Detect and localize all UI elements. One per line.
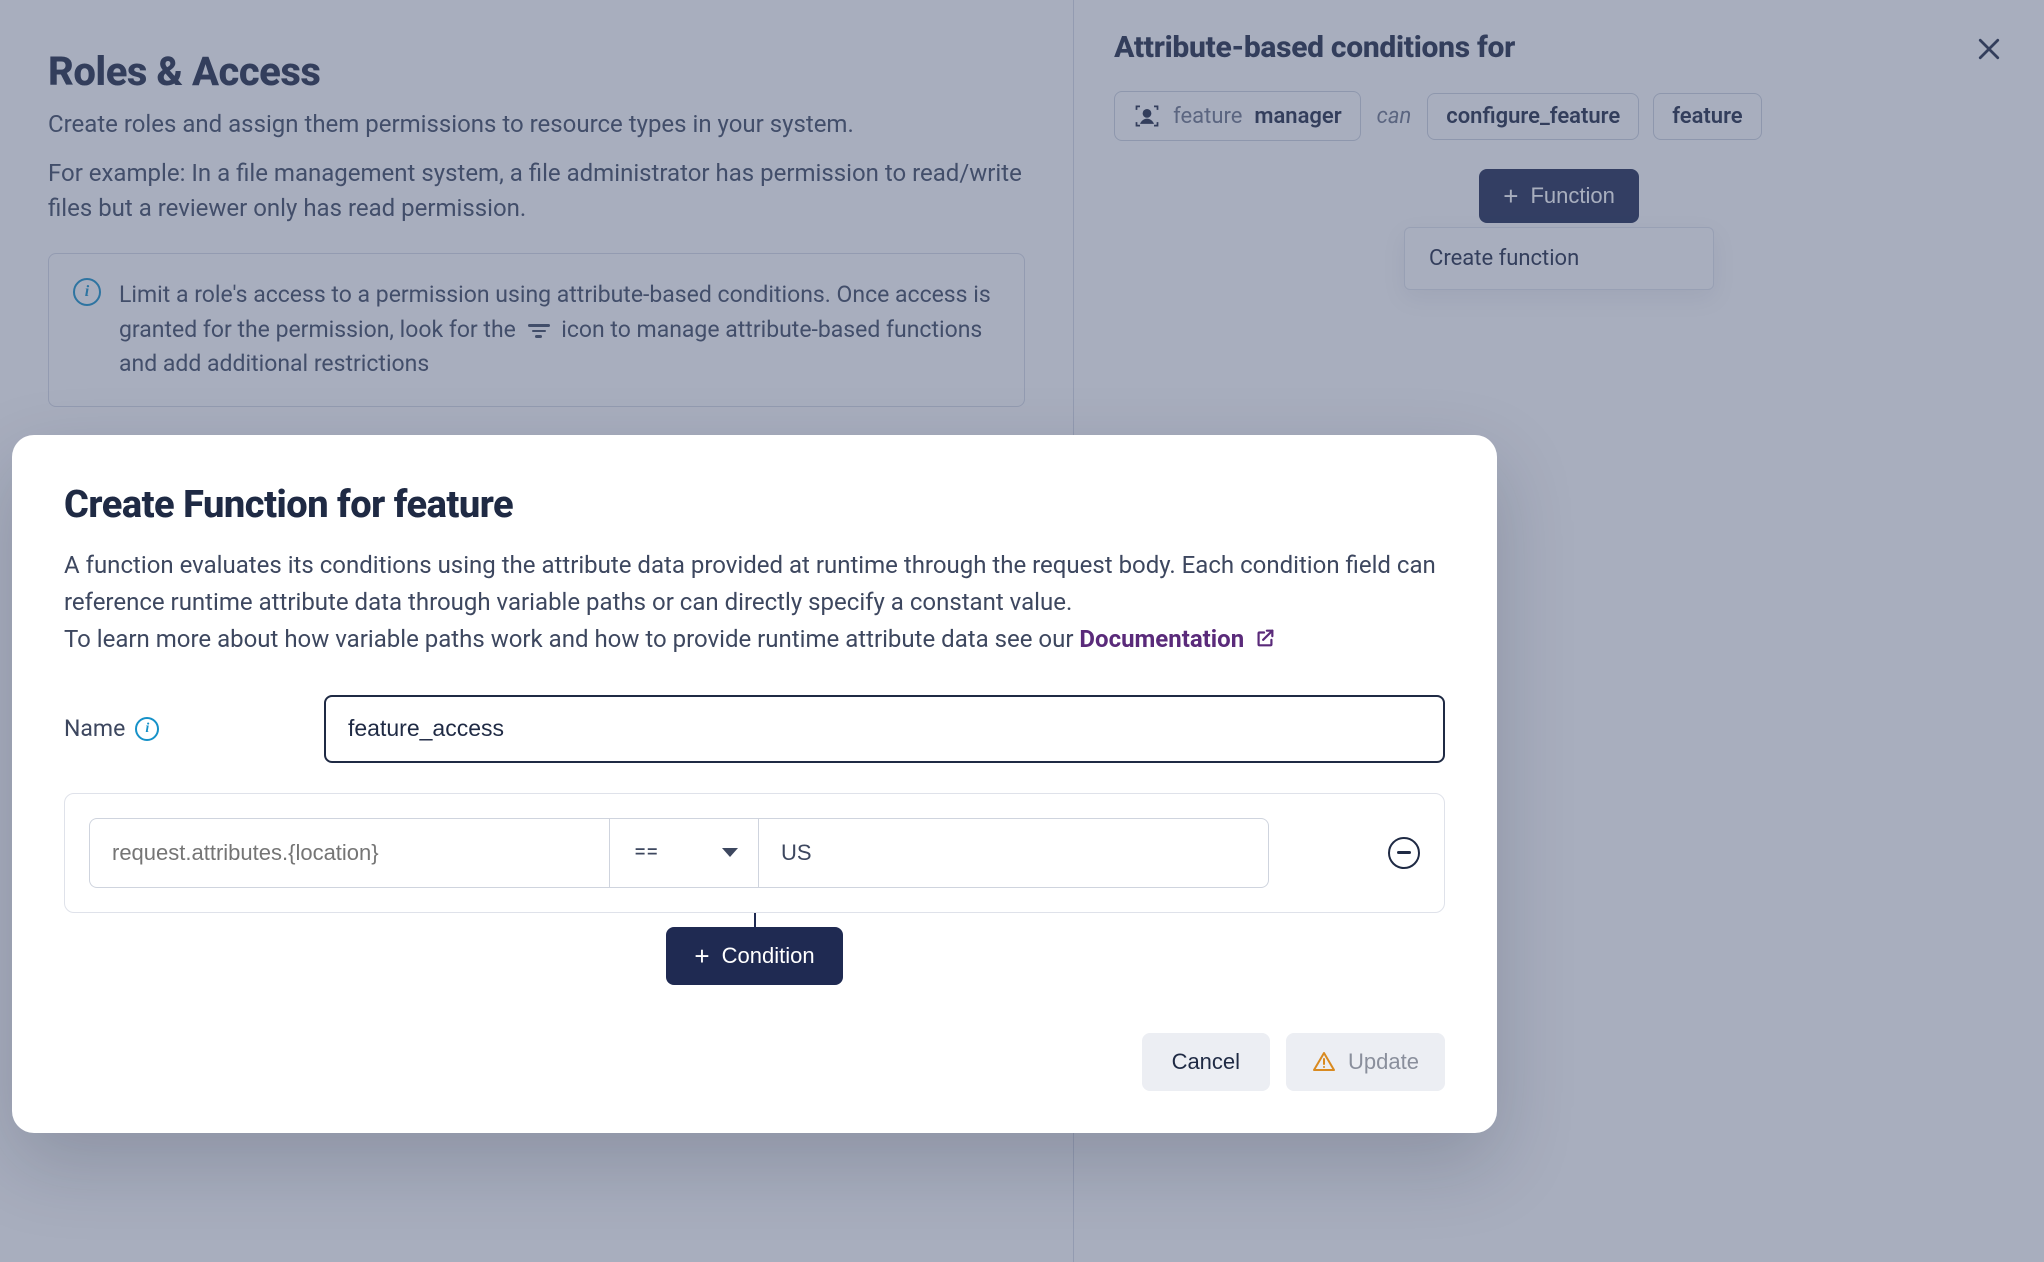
condition-operator-value: == xyxy=(634,840,658,865)
update-button[interactable]: Update xyxy=(1286,1033,1445,1091)
documentation-link-text: Documentation xyxy=(1079,625,1244,653)
name-label: Name i xyxy=(64,715,304,742)
remove-condition-button[interactable] xyxy=(1388,837,1420,869)
cancel-label: Cancel xyxy=(1172,1049,1240,1074)
condition-attribute-input[interactable] xyxy=(89,818,609,888)
info-icon[interactable]: i xyxy=(135,717,159,741)
external-link-icon xyxy=(1254,627,1276,649)
create-function-modal: Create Function for feature A function e… xyxy=(12,435,1497,1133)
chevron-down-icon xyxy=(722,848,738,857)
modal-desc2-pre: To learn more about how variable paths w… xyxy=(64,625,1079,653)
modal-title: Create Function for feature xyxy=(64,483,1445,527)
modal-description-1: A function evaluates its conditions usin… xyxy=(64,547,1445,621)
modal-actions: Cancel Update xyxy=(64,1033,1445,1091)
connector-line xyxy=(754,913,756,927)
name-label-text: Name xyxy=(64,715,125,742)
cancel-button[interactable]: Cancel xyxy=(1142,1033,1270,1091)
update-label: Update xyxy=(1348,1049,1419,1075)
name-row: Name i xyxy=(64,695,1445,763)
modal-description-2: To learn more about how variable paths w… xyxy=(64,621,1445,658)
plus-icon: + xyxy=(694,943,709,969)
documentation-link[interactable]: Documentation xyxy=(1079,625,1276,653)
add-condition-button[interactable]: + Condition xyxy=(666,927,842,985)
add-condition-area: + Condition xyxy=(64,913,1445,985)
condition-value-input[interactable] xyxy=(759,818,1269,888)
minus-icon xyxy=(1397,851,1411,854)
warning-icon xyxy=(1312,1050,1336,1074)
function-name-input[interactable] xyxy=(324,695,1445,763)
condition-operator-select[interactable]: == xyxy=(609,818,759,888)
condition-row: == xyxy=(64,793,1445,913)
add-condition-label: Condition xyxy=(722,943,815,969)
